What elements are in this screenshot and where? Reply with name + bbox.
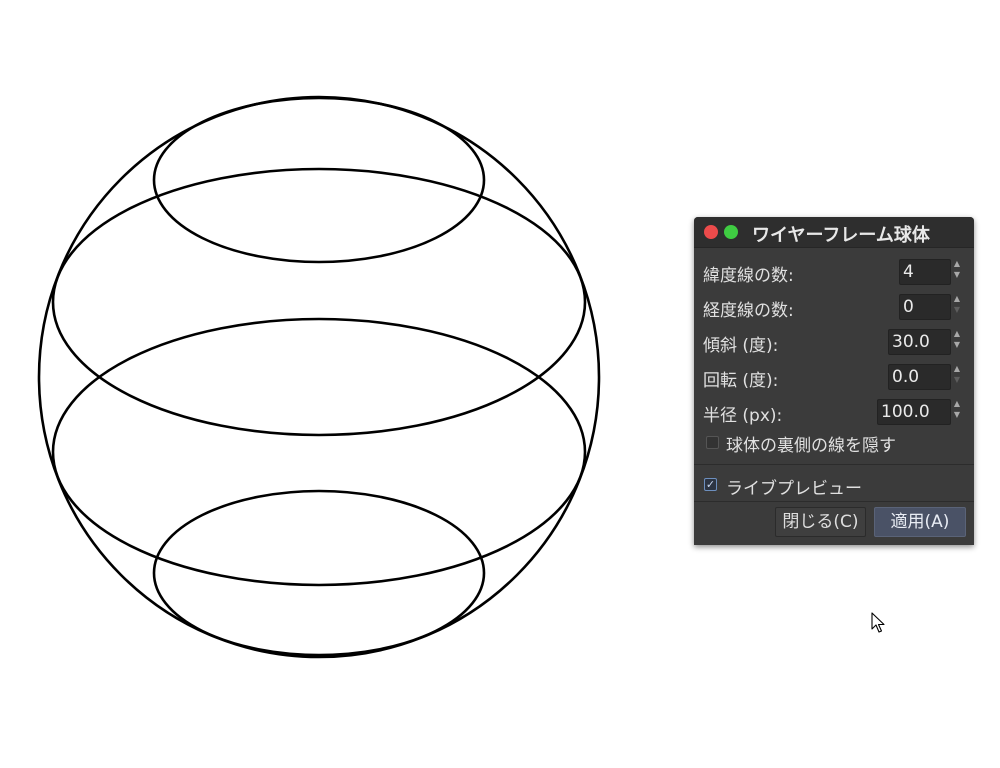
- rotation-label: 回転 (度):: [703, 371, 779, 391]
- tilt-stepper[interactable]: ▲ ▼: [951, 328, 963, 356]
- latitude-count-label: 緯度線の数:: [703, 266, 794, 286]
- longitude-count-row: 経度線の数: 0 ▲ ▼: [694, 292, 974, 322]
- maximize-window-icon[interactable]: [724, 225, 738, 239]
- radius-input[interactable]: 100.0: [877, 399, 951, 425]
- close-button[interactable]: 閉じる(C): [775, 507, 866, 537]
- apply-button[interactable]: 適用(A): [874, 507, 966, 537]
- longitude-count-input[interactable]: 0: [899, 294, 951, 320]
- stepper-down-icon[interactable]: ▼: [951, 339, 963, 350]
- stepper-down-icon: ▼: [953, 375, 961, 384]
- close-window-icon[interactable]: [704, 225, 718, 239]
- stepper-up-icon[interactable]: ▲: [951, 398, 963, 409]
- dialog-separator: [694, 501, 974, 502]
- wireframe-sphere-dialog: ワイヤーフレーム球体 緯度線の数: 4 ▲ ▼ 経度線の数: 0 ▲ ▼ 傾斜 …: [694, 217, 974, 545]
- latitude-count-input[interactable]: 4: [899, 259, 951, 285]
- stepper-up-icon[interactable]: ▲: [951, 293, 963, 304]
- latitude-count-row: 緯度線の数: 4 ▲ ▼: [694, 257, 974, 287]
- radius-label: 半径 (px):: [703, 406, 783, 426]
- latitude-line-3: [51, 317, 587, 587]
- dialog-titlebar[interactable]: ワイヤーフレーム球体: [694, 217, 974, 248]
- latitude-line-1: [152, 96, 486, 264]
- rotation-row: 回転 (度): 0.0 ▲ ▼: [694, 362, 974, 392]
- stepper-down-icon[interactable]: ▼: [951, 409, 963, 420]
- stepper-up-icon[interactable]: ▲: [951, 363, 963, 374]
- hide-back-lines-label[interactable]: 球体の裏側の線を隠す: [726, 431, 896, 456]
- stepper-up-icon[interactable]: ▲: [951, 328, 963, 339]
- dialog-title: ワイヤーフレーム球体: [752, 225, 930, 246]
- latitude-line-2: [51, 167, 587, 437]
- stepper-up-icon[interactable]: ▲: [951, 258, 963, 269]
- live-preview-label[interactable]: ライブプレビュー: [726, 474, 862, 499]
- stepper-down-icon: ▼: [953, 305, 961, 314]
- sphere-outline: [37, 95, 601, 659]
- tilt-label: 傾斜 (度):: [703, 336, 779, 356]
- hide-back-lines-checkbox[interactable]: [706, 436, 719, 449]
- longitude-count-stepper[interactable]: ▲ ▼: [951, 293, 963, 321]
- rotation-input[interactable]: 0.0: [888, 364, 951, 390]
- latitude-count-stepper[interactable]: ▲ ▼: [951, 258, 963, 286]
- tilt-input[interactable]: 30.0: [888, 329, 951, 355]
- live-preview-checkbox[interactable]: ✓: [704, 478, 717, 491]
- dialog-separator: [694, 464, 974, 465]
- rotation-stepper[interactable]: ▲ ▼: [951, 363, 963, 391]
- longitude-count-label: 経度線の数:: [703, 301, 794, 321]
- radius-stepper[interactable]: ▲ ▼: [951, 398, 963, 426]
- tilt-row: 傾斜 (度): 30.0 ▲ ▼: [694, 327, 974, 357]
- mouse-pointer-icon: [871, 612, 885, 633]
- radius-row: 半径 (px): 100.0 ▲ ▼: [694, 397, 974, 427]
- stepper-down-icon[interactable]: ▼: [951, 269, 963, 280]
